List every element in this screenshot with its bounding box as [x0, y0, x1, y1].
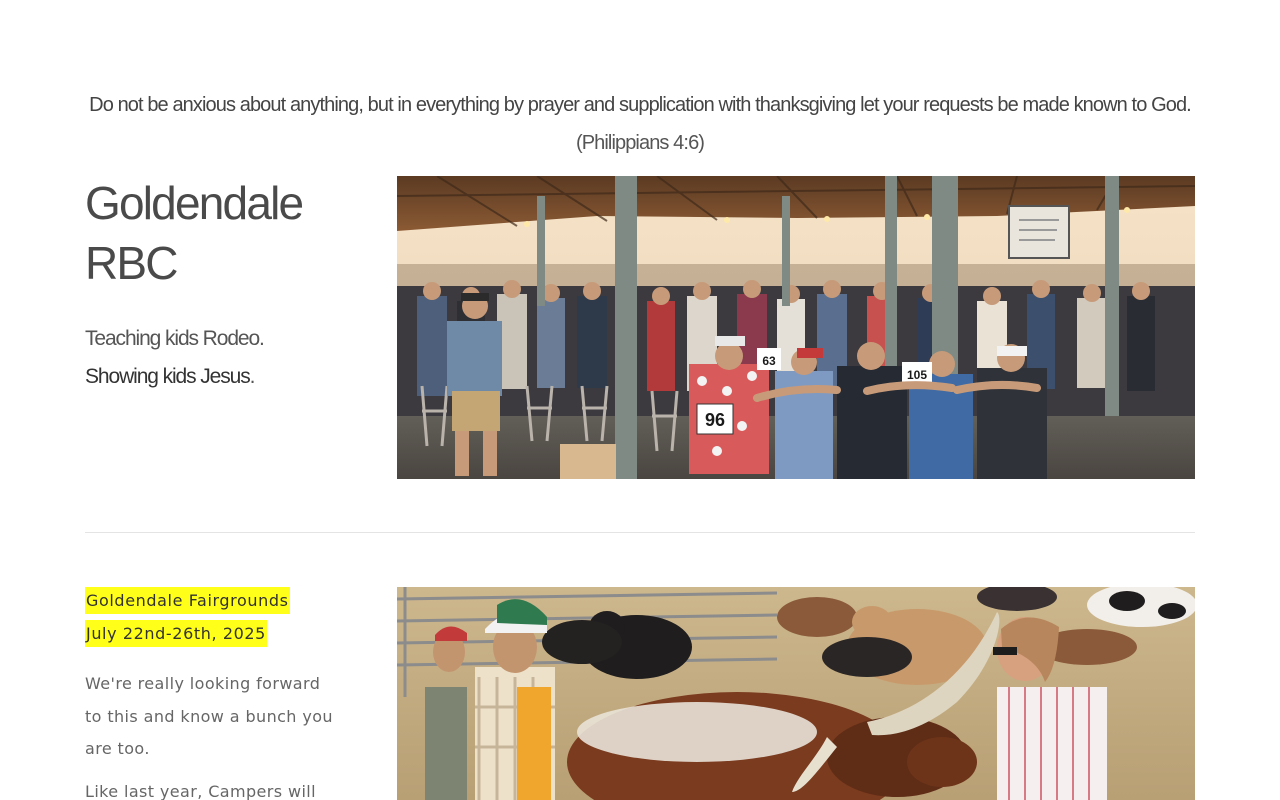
section-divider [85, 532, 1195, 533]
verse-reference: (Philippians 4:6) [575, 132, 705, 154]
tagline: Teaching kids Rodeo. Showing kids Jesus. [85, 320, 375, 396]
page-title: Goldendale RBC [85, 177, 304, 289]
longhorn-cattle-photo [397, 587, 1195, 800]
tagline-line-2: Showing kids Jesus. [85, 358, 375, 396]
contestant-number-63: 63 [762, 354, 776, 368]
scripture-verse: Do not be anxious about anything, but in… [85, 86, 1195, 162]
event-dates: July 22nd-26th, 2025 [85, 620, 267, 647]
tagline-line-1: Teaching kids Rodeo. [85, 327, 265, 350]
event-description: We're really looking forward to this and… [85, 668, 335, 800]
group-prayer-photo: 96 63 105 [397, 176, 1195, 479]
event-location: Goldendale Fairgrounds [85, 587, 290, 614]
contestant-number-105: 105 [907, 368, 927, 382]
contestant-number-96: 96 [705, 410, 725, 430]
event-paragraph-1: We're really looking forward to this and… [85, 674, 333, 758]
event-paragraph-2: Like last year, Campers will [85, 781, 316, 800]
tagline-line-2-text: Showing kids Jesus [85, 365, 251, 388]
tagline-line-2-period: . [249, 365, 256, 388]
event-dates-row: July 22nd-26th, 2025 [85, 620, 345, 653]
verse-text: Do not be anxious about anything, but in… [89, 94, 1192, 116]
event-info: Goldendale Fairgrounds July 22nd-26th, 2… [85, 587, 345, 653]
event-location-row: Goldendale Fairgrounds [85, 587, 345, 620]
